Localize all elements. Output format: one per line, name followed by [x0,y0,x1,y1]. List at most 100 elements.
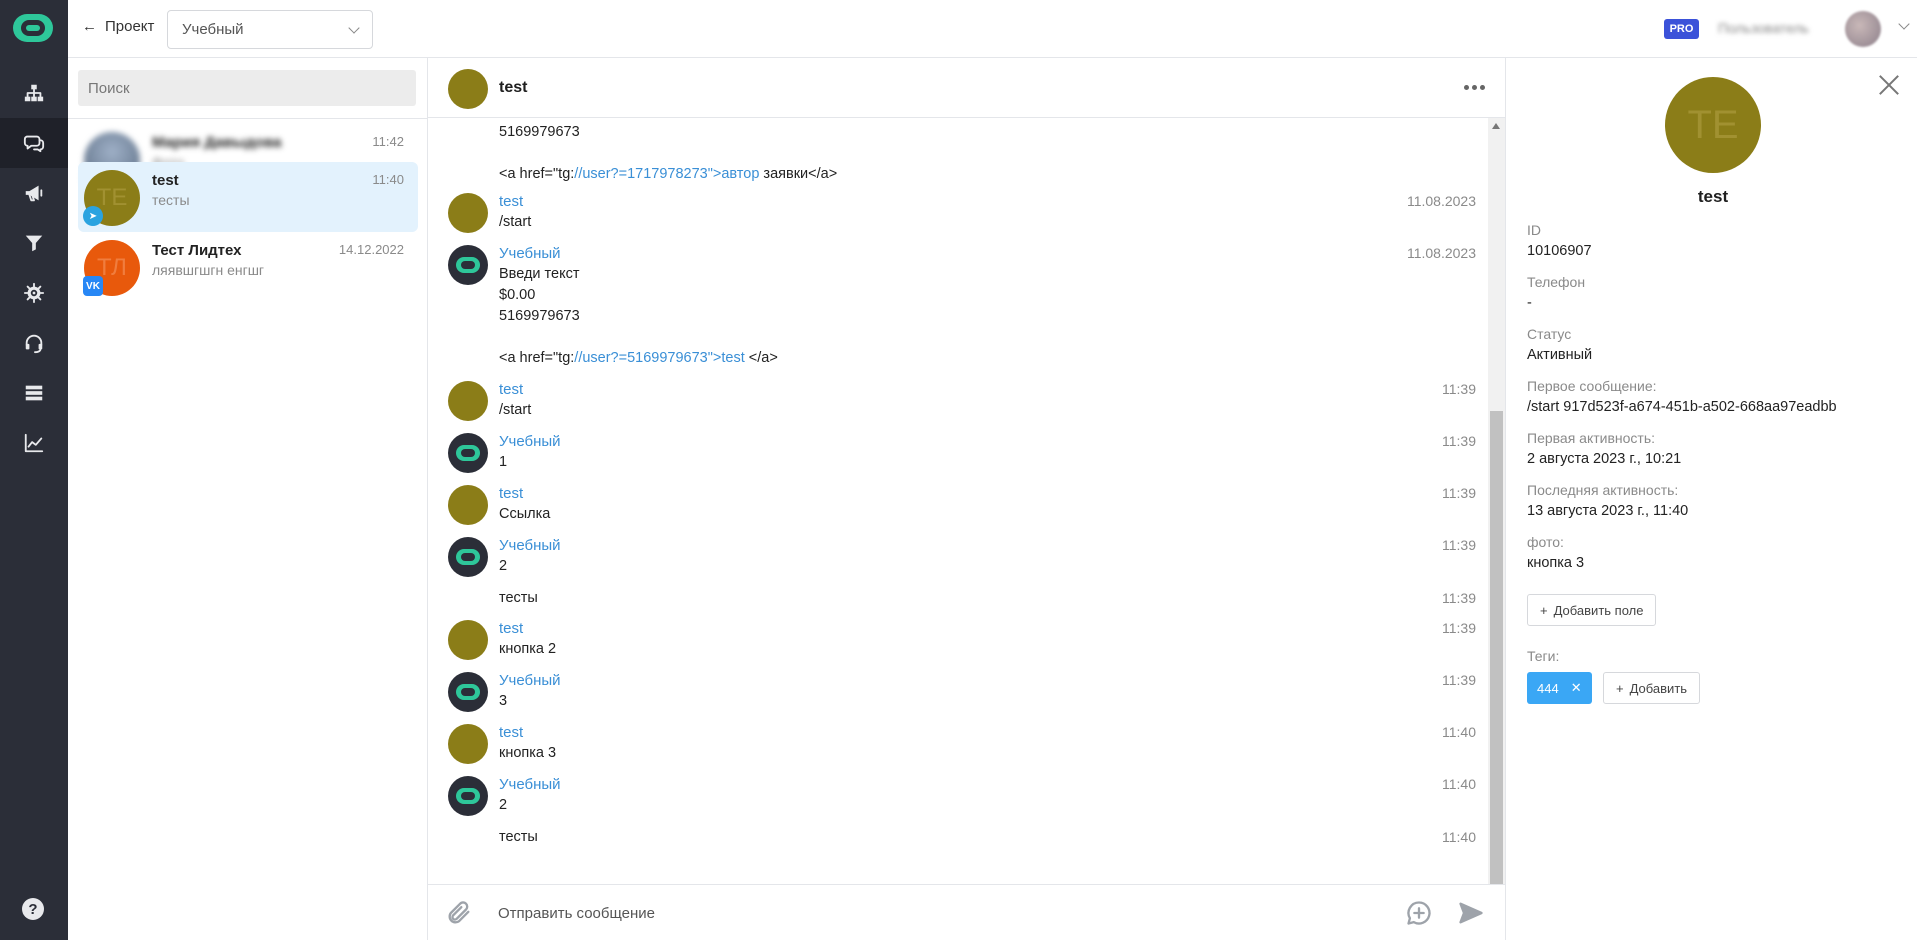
headset-icon [25,334,43,354]
conversation-time: 11:40 [372,172,404,187]
divider [68,118,428,119]
message-sender[interactable]: test [499,485,523,502]
nav-support[interactable] [0,318,68,368]
conversation-preview: ляявшгшгн енгшг [152,262,265,278]
field-label: Первая активность: [1527,430,1656,446]
contact-name: test [1697,187,1729,206]
bot-avatar [448,433,488,473]
tag-label: 444 [1537,680,1559,696]
message-sender[interactable]: test [499,381,523,398]
message-time: 11.08.2023 [1406,245,1476,261]
plus-icon: + [1540,602,1548,618]
message-text: Ссылка [499,506,551,522]
field-label: ID [1527,222,1541,238]
attach-icon[interactable] [445,899,473,930]
chat-title: test [499,79,528,96]
field-value: кнопка 3 [1527,555,1585,571]
field-value: /start 917d523f-a674-451b-a502-668aa97ea… [1527,399,1837,415]
back-to-project-button[interactable]: ← Проект [82,18,154,35]
add-tag-button[interactable]: + Добавить [1603,672,1701,704]
conversation-item-active[interactable]: TE ➤ test тесты 11:40 [78,162,418,232]
conversation-item[interactable]: ТЛ VK Тест Лидтех ляявшгшгн енгшг 14.12.… [78,232,418,302]
sitemap-icon [24,84,44,102]
project-select[interactable]: Учебный [167,10,373,49]
icon-sidebar: ? [0,0,68,940]
chat-header: test [428,58,1505,118]
field-label: Первое сообщение: [1527,378,1657,394]
message-text: 3 [499,693,508,709]
message-text: /start [499,402,532,418]
message-sender[interactable]: Учебный [499,433,561,450]
pro-badge: PRO [1664,19,1699,39]
field-value: - [1527,295,1532,311]
bot-avatar [448,776,488,816]
message-text: 5169979673 [499,308,580,324]
chat-avatar [448,69,488,109]
user-name[interactable]: Пользователь [1718,20,1809,36]
message-sender[interactable]: Учебный [499,776,561,793]
message-input[interactable] [498,901,1378,925]
database-icon [25,385,43,401]
chat-panel: test 5169979673 <a href="tg://user?=1717… [428,58,1505,940]
message-link[interactable]: //user?=5169979673">test [574,350,744,366]
field-value: 10106907 [1527,243,1592,259]
message-scrollbar[interactable] [1488,118,1505,940]
search-input[interactable] [78,70,416,106]
message-sender[interactable]: test [499,620,523,637]
avatar [448,620,488,660]
message-sender[interactable]: Учебный [499,537,561,554]
gear-icon [23,282,45,304]
add-field-button[interactable]: + Добавить поле [1527,594,1657,626]
chevron-down-icon [348,21,360,34]
scrollbar-thumb[interactable] [1490,411,1503,911]
send-icon[interactable] [1456,899,1486,930]
add-field-label: Добавить поле [1553,602,1644,618]
nav-database[interactable] [0,368,68,418]
more-options-icon[interactable] [1464,85,1485,90]
help-icon[interactable]: ? [22,898,44,920]
conversation-name: Мария Давыдова [152,134,282,151]
avatar [448,381,488,421]
nav-broadcasts[interactable] [0,168,68,218]
user-menu-chevron-icon[interactable] [1898,18,1910,30]
avatar [448,724,488,764]
message-composer [428,884,1505,940]
message-sender[interactable]: Учебный [499,245,561,262]
message-sender[interactable]: test [499,193,523,210]
field-label: Статус [1527,326,1572,342]
close-icon[interactable] [1878,74,1900,96]
message-text: кнопка 3 [499,745,557,761]
message-text: /start [499,214,532,230]
message-time: 11:39 [1442,485,1476,501]
field-label: Последняя активность: [1527,482,1679,498]
user-avatar[interactable] [1845,11,1881,47]
nav-analytics[interactable] [0,418,68,468]
message-sender[interactable]: test [499,724,523,741]
conversation-name: Тест Лидтех [152,242,242,259]
field-value: 13 августа 2023 г., 11:40 [1527,503,1689,519]
vk-icon: VK [83,276,103,296]
message-time: 11:39 [1442,537,1476,553]
remove-tag-icon[interactable]: ✕ [1571,680,1582,696]
field-label: Телефон [1527,274,1586,290]
megaphone-icon [25,185,43,202]
scroll-up-icon[interactable] [1492,123,1500,129]
message-link[interactable]: //user?=1717978273">автор [574,166,759,182]
message-time: 11:39 [1442,620,1476,636]
nav-scenarios[interactable] [0,68,68,118]
app-logo[interactable] [13,14,53,42]
nav-funnels[interactable] [0,218,68,268]
quick-reply-icon[interactable] [1405,899,1433,930]
message-text: <a href="tg://user?=1717978273">автор за… [499,166,838,182]
funnel-icon [25,235,43,252]
top-bar: ← Проект Учебный PRO Пользователь [68,0,1917,58]
message-sender[interactable]: Учебный [499,672,561,689]
nav-settings[interactable] [0,268,68,318]
project-select-value: Учебный [182,21,244,38]
tag-chip[interactable]: 444 ✕ [1527,672,1592,704]
bot-avatar [448,672,488,712]
conversation-list: ➤ Мария Давыдова Фото 11:42 TE ➤ test те… [68,58,428,940]
nav-chats[interactable] [0,118,68,168]
message-text: 5169979673 [499,124,580,140]
avatar [448,193,488,233]
